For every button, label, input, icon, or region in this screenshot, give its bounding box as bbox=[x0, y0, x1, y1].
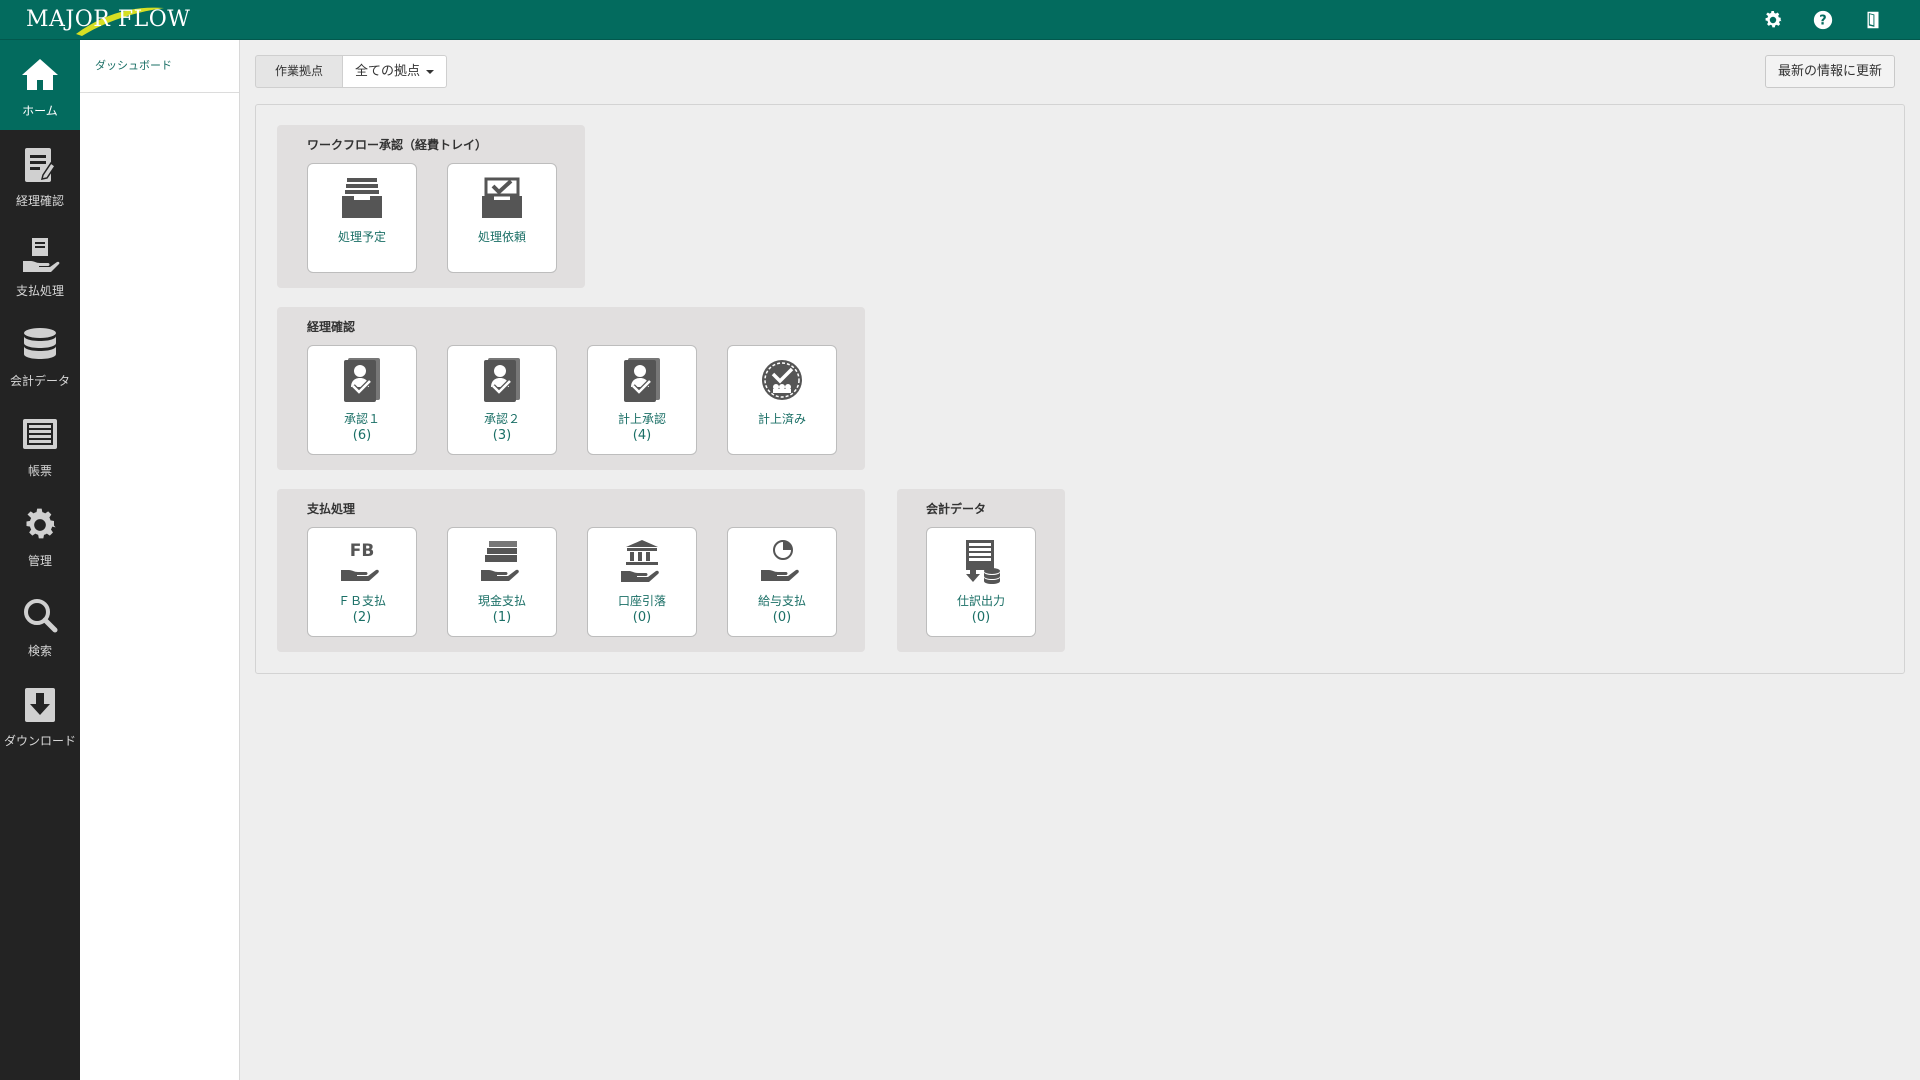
app-logo[interactable]: MAJOR FLOW bbox=[26, 6, 190, 36]
group-title: 経理確認 bbox=[307, 320, 356, 334]
bank-debit-icon bbox=[618, 538, 666, 586]
svg-text:?: ? bbox=[1819, 14, 1826, 29]
journal-export-icon bbox=[957, 538, 1005, 586]
cash-payment-icon bbox=[478, 538, 526, 586]
tile-approval-2[interactable]: 承認２ (3) bbox=[447, 345, 557, 455]
main-content: 作業拠点 全ての拠点 最新の情報に更新 ワークフロー承認（経費トレイ） 処理予定… bbox=[240, 40, 1920, 1080]
location-label: 作業拠点 bbox=[255, 55, 344, 88]
inbox-check-icon bbox=[478, 174, 526, 222]
sidebar-item-accounting-data[interactable]: 会計データ bbox=[0, 310, 80, 400]
approve-user-icon bbox=[478, 356, 526, 404]
report-icon bbox=[17, 412, 63, 458]
salary-payment-icon bbox=[758, 538, 806, 586]
approve-user-icon bbox=[618, 356, 666, 404]
sidebar-item-search[interactable]: 検索 bbox=[0, 580, 80, 670]
dashboard-board: ワークフロー承認（経費トレイ） 処理予定 処理依頼 経理確認 承認１ (6) 承… bbox=[255, 104, 1905, 674]
group-accounting-check: 経理確認 承認１ (6) 承認２ (3) 計上承認 (4) 計上済み bbox=[277, 307, 865, 470]
location-dropdown-value: 全ての拠点 bbox=[355, 64, 421, 79]
breadcrumb-dashboard[interactable]: ダッシュボード bbox=[80, 40, 239, 93]
tile-salary-payment[interactable]: 給与支払 (0) bbox=[727, 527, 837, 637]
payment-hand-icon bbox=[17, 232, 63, 278]
tile-bank-debit[interactable]: 口座引落 (0) bbox=[587, 527, 697, 637]
tile-scheduled[interactable]: 処理予定 bbox=[307, 163, 417, 273]
refresh-button[interactable]: 最新の情報に更新 bbox=[1764, 55, 1895, 88]
tile-posted[interactable]: 計上済み bbox=[727, 345, 837, 455]
tile-cash-payment[interactable]: 現金支払 (1) bbox=[447, 527, 557, 637]
sidebar-item-download[interactable]: ダウンロード bbox=[0, 670, 80, 760]
group-accounting-data: 会計データ 仕訳出力 (0) bbox=[897, 489, 1065, 652]
group-payment: 支払処理 FB ＦＢ支払 (2) 現金支払 (1) 口座引落 (0) 給与支払 … bbox=[277, 489, 865, 652]
group-title: 支払処理 bbox=[307, 502, 356, 516]
gear-icon[interactable] bbox=[1762, 9, 1784, 31]
sidebar-item-reports[interactable]: 帳票 bbox=[0, 400, 80, 490]
logout-icon[interactable] bbox=[1862, 9, 1884, 31]
tile-requested[interactable]: 処理依頼 bbox=[447, 163, 557, 273]
group-title: ワークフロー承認（経費トレイ） bbox=[307, 138, 488, 152]
fb-payment-icon: FB bbox=[338, 538, 386, 586]
tile-approval-1[interactable]: 承認１ (6) bbox=[307, 345, 417, 455]
gear-icon bbox=[17, 502, 63, 548]
caret-down-icon bbox=[426, 69, 435, 74]
approve-user-icon bbox=[338, 356, 386, 404]
location-filter: 作業拠点 全ての拠点 bbox=[255, 55, 448, 88]
location-dropdown[interactable]: 全ての拠点 bbox=[343, 55, 448, 88]
download-icon bbox=[17, 682, 63, 728]
sidebar-item-payment[interactable]: 支払処理 bbox=[0, 220, 80, 310]
search-icon bbox=[17, 592, 63, 638]
document-check-icon bbox=[17, 142, 63, 188]
top-header: MAJOR FLOW ? bbox=[0, 0, 1920, 40]
main-sidebar: ホーム 経理確認 支払処理 会計データ 帳票 管理 検索 ダウンロード bbox=[0, 40, 80, 1080]
home-icon bbox=[17, 52, 63, 98]
inbox-stack-icon bbox=[338, 174, 386, 222]
sidebar-item-home[interactable]: ホーム bbox=[0, 40, 80, 130]
certified-badge-icon bbox=[758, 356, 806, 404]
help-icon[interactable]: ? bbox=[1812, 9, 1834, 31]
secondary-panel: ダッシュボード bbox=[80, 40, 240, 1080]
tile-posting-approval[interactable]: 計上承認 (4) bbox=[587, 345, 697, 455]
tile-fb-payment[interactable]: FB ＦＢ支払 (2) bbox=[307, 527, 417, 637]
database-icon bbox=[17, 322, 63, 368]
sidebar-item-admin[interactable]: 管理 bbox=[0, 490, 80, 580]
sidebar-item-accounting-check[interactable]: 経理確認 bbox=[0, 130, 80, 220]
tile-journal-export[interactable]: 仕訳出力 (0) bbox=[926, 527, 1036, 637]
group-title: 会計データ bbox=[926, 502, 987, 516]
group-workflow: ワークフロー承認（経費トレイ） 処理予定 処理依頼 bbox=[277, 125, 585, 288]
svg-text:FB: FB bbox=[350, 541, 375, 561]
